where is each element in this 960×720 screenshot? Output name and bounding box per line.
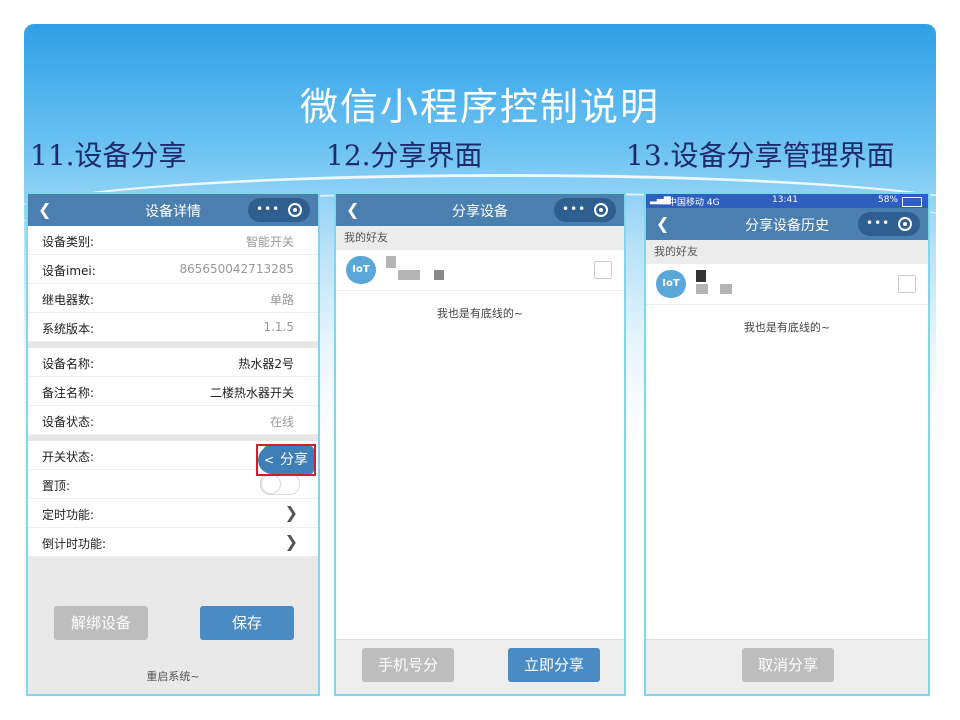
end-of-list-text: 我也是有底线的~: [743, 321, 831, 334]
status-bar: ▂▄▆ 中国移动 4G 13:41 58%: [646, 194, 928, 208]
bottom-bar: 手机号分 立即分享: [336, 639, 624, 694]
iot-cloud-avatar: IoT: [346, 256, 376, 284]
friend-list-item[interactable]: IoT: [646, 264, 928, 305]
info-row: 继电器数: 单路: [28, 284, 318, 313]
friends-section-label: 我的好友: [646, 240, 928, 264]
blurred-name: [386, 256, 396, 268]
friend-checkbox[interactable]: [898, 275, 916, 293]
blurred-name: [398, 270, 420, 280]
carrier-text: 中国移动 4G: [668, 198, 720, 208]
close-icon[interactable]: [898, 217, 912, 231]
toggle-knob: [262, 475, 280, 493]
info-row: 设备类别: 智能开关: [28, 226, 318, 255]
bottom-bar: 取消分享: [646, 639, 928, 694]
save-button[interactable]: 保存: [200, 606, 294, 640]
more-icon[interactable]: •••: [866, 216, 890, 230]
section-title-share-manage: 13.设备分享管理界面: [626, 139, 895, 172]
pin-toggle[interactable]: [260, 473, 300, 495]
battery-icon: [902, 197, 922, 207]
friends-section-label: 我的好友: [336, 226, 624, 250]
cancel-share-button[interactable]: 取消分享: [742, 648, 834, 682]
share-float-label: 分享: [280, 452, 308, 468]
slide-title: 微信小程序控制说明: [299, 85, 660, 129]
more-icon[interactable]: •••: [256, 202, 280, 216]
info-row: 系统版本: 1.1.5: [28, 313, 318, 342]
info-row: 设备名称: 热水器2号: [28, 348, 318, 377]
blurred-name: [696, 284, 708, 294]
battery-text: 58%: [877, 195, 898, 205]
info-row: 设备imei: 865650042713285: [28, 255, 318, 284]
iot-cloud-avatar: IoT: [656, 270, 686, 298]
timer-row[interactable]: 定时功能: ❯: [28, 499, 318, 528]
friend-checkbox[interactable]: [594, 261, 612, 279]
phone-share-history: ▂▄▆ 中国移动 4G 13:41 58% ❮ 分享设备历史 ••• 我的好友 …: [644, 192, 930, 696]
phone-share-device: ❮ 分享设备 ••• 我的好友 IoT 我也是有底线的~ 手机号分 立即分享: [334, 192, 626, 696]
navbar: ❮ 分享设备历史 •••: [646, 208, 928, 240]
info-group-a: 设备类别: 智能开关 设备imei: 865650042713285 继电器数: 单路…: [28, 226, 318, 342]
navbar: ❮ 分享设备 •••: [336, 194, 624, 226]
chevron-right-icon: ❯: [284, 503, 298, 522]
chevron-right-icon: ❯: [284, 532, 298, 551]
more-icon[interactable]: •••: [562, 202, 586, 216]
capsule-menu[interactable]: •••: [554, 198, 616, 222]
capsule-menu[interactable]: •••: [858, 212, 920, 236]
info-group-b: 设备名称: 热水器2号 备注名称: 二楼热水器开关 设备状态: 在线: [28, 348, 318, 435]
restart-system-link[interactable]: 重启系统~: [28, 668, 318, 684]
end-of-list-text: 我也是有底线的~: [436, 307, 524, 320]
share-now-button[interactable]: 立即分享: [508, 648, 600, 682]
section-title-device-share: 11.设备分享: [30, 139, 187, 172]
status-time: 13:41: [772, 195, 798, 205]
share-icon: <: [264, 453, 275, 467]
share-by-phone-button[interactable]: 手机号分: [362, 648, 454, 682]
blurred-name: [696, 270, 706, 282]
close-icon[interactable]: [288, 203, 302, 217]
blurred-name: [434, 270, 444, 280]
section-title-share-ui: 12.分享界面: [326, 139, 483, 172]
navbar: ❮ 设备详情 •••: [28, 194, 318, 226]
blurred-name: [720, 284, 732, 294]
info-row: 备注名称: 二楼热水器开关: [28, 377, 318, 406]
countdown-row[interactable]: 倒计时功能: ❯: [28, 528, 318, 557]
unbind-device-button[interactable]: 解绑设备: [54, 606, 148, 640]
close-icon[interactable]: [594, 203, 608, 217]
share-float-button[interactable]: < 分享: [258, 446, 314, 474]
info-row: 设备状态: 在线: [28, 406, 318, 435]
capsule-menu[interactable]: •••: [248, 198, 310, 222]
friend-list-item[interactable]: IoT: [336, 250, 624, 291]
